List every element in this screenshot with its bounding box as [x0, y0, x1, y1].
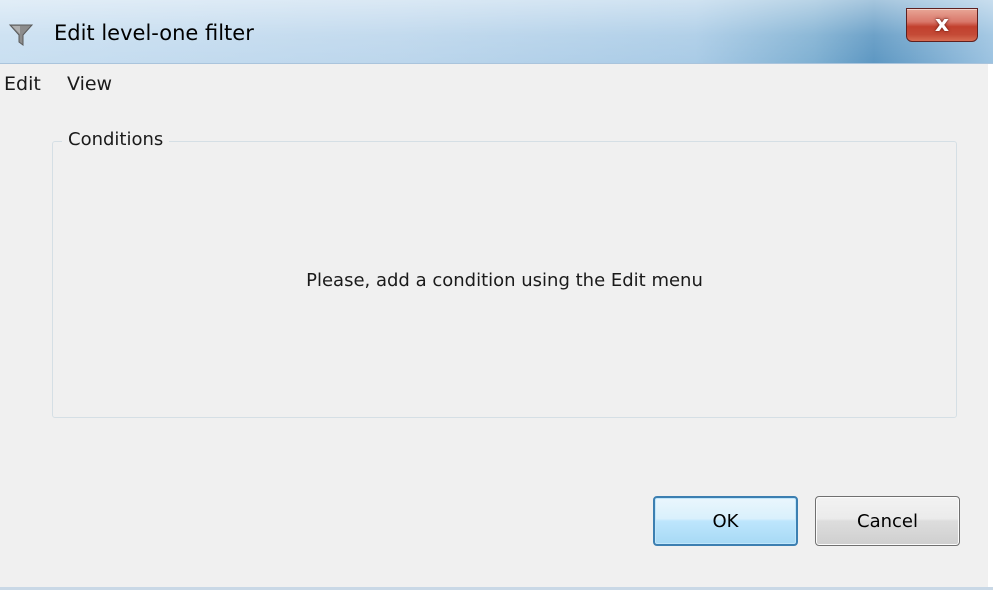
close-icon: x [934, 12, 950, 37]
conditions-group-title: Conditions [62, 129, 170, 150]
cancel-button[interactable]: Cancel [815, 496, 960, 546]
window-title: Edit level-one filter [54, 21, 254, 45]
close-button[interactable]: x [906, 8, 978, 42]
empty-conditions-message: Please, add a condition using the Edit m… [306, 270, 703, 291]
funnel-filter-icon [8, 24, 34, 46]
dialog-window: Edit level-one filter x Edit View Condit… [0, 0, 993, 590]
menu-edit[interactable]: Edit [2, 73, 43, 95]
ok-button[interactable]: OK [653, 496, 798, 546]
title-bar[interactable]: Edit level-one filter x [0, 0, 993, 64]
menu-view[interactable]: View [65, 73, 114, 95]
window-right-edge [988, 64, 993, 590]
menu-bar: Edit View [0, 64, 993, 104]
